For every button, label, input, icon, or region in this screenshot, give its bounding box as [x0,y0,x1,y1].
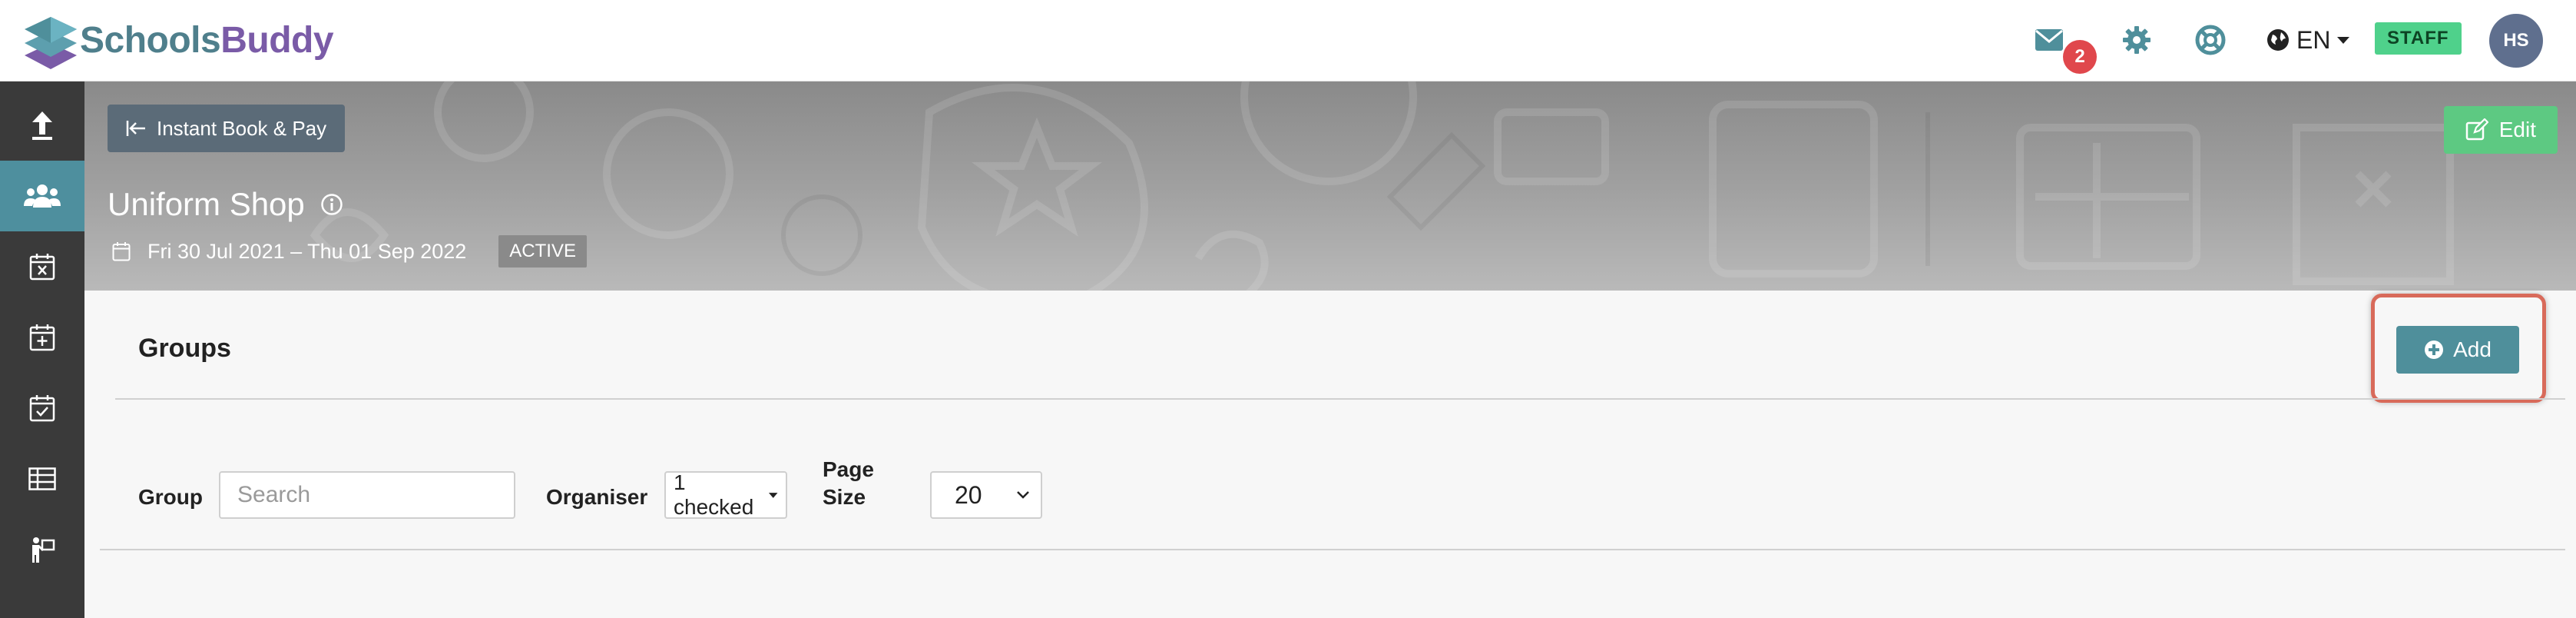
section-title: Groups [138,334,231,363]
upload-arrow-icon [32,111,52,140]
page-title-text: Uniform Shop [108,186,305,222]
page-size-label-line2: Size [823,485,866,509]
group-search-input[interactable] [219,471,515,519]
organiser-select[interactable]: 1 checked [664,470,787,519]
organiser-select-value: 1 checked [674,470,754,519]
sidebar-item-cancel-events[interactable] [0,231,84,302]
edit-button-label: Edit [2498,118,2536,141]
calendar-plus-icon [29,324,55,351]
user-avatar[interactable]: HS [2489,14,2543,68]
settings-button[interactable] [2118,22,2155,58]
envelope-icon [2035,29,2063,51]
chevron-down-icon [1017,491,1029,499]
logo-text-buddy: Buddy [220,19,334,61]
staff-role-badge: STAFF [2375,22,2462,55]
logo-text-schools: Schools [80,19,221,61]
messages-count-badge: 2 [2063,40,2097,74]
logo-layers-icon [25,17,77,69]
plus-circle-icon [2425,341,2444,359]
back-to-instant-book-button[interactable]: Instant Book & Pay [108,105,346,152]
lifebuoy-icon [2195,25,2226,55]
gear-icon [2123,26,2151,54]
back-button-label: Instant Book & Pay [157,116,327,140]
page-title: Uniform Shop [108,186,343,223]
globe-icon [2267,29,2289,51]
info-icon[interactable] [320,193,343,216]
edit-icon [2465,118,2488,141]
group-filter-label: Group [138,485,203,509]
activity-meta: Fri 30 Jul 2021 – Thu 01 Sep 2022 ACTIVE [112,235,587,267]
edit-button[interactable]: Edit [2443,106,2558,154]
caret-down-icon [768,493,778,498]
table-icon [28,467,56,490]
schoolsbuddy-logo[interactable]: SchoolsBuddy [23,9,334,71]
filter-divider [100,549,2565,550]
add-button-label: Add [2453,337,2492,361]
sidebar-item-groups[interactable] [0,161,84,231]
calendar-x-icon [29,254,55,281]
caret-down-icon [2337,37,2350,44]
sidebar-item-add-events[interactable] [0,302,84,373]
page-size-select-value: 20 [955,480,982,509]
logo-text: SchoolsBuddy [80,19,334,61]
users-icon [24,184,61,208]
arrow-left-to-line-icon [126,121,145,136]
calendar-check-icon [29,395,55,422]
person-board-icon [32,537,55,563]
activity-header-banner: Instant Book & Pay Edit Uniform Shop Fri… [84,81,2576,291]
calendar-icon [112,242,131,261]
left-sidebar [0,81,84,618]
add-group-button[interactable]: Add [2396,326,2519,374]
sidebar-item-confirmed-events[interactable] [0,373,84,444]
status-badge: ACTIVE [498,235,587,267]
help-button[interactable] [2192,22,2229,58]
top-navbar: SchoolsBuddy 2 EN STAFF HS [0,0,2576,81]
language-label: EN [2296,25,2331,54]
sidebar-item-upload[interactable] [0,90,84,161]
sidebar-item-table[interactable] [0,444,84,514]
date-range: Fri 30 Jul 2021 – Thu 01 Sep 2022 [147,239,467,263]
messages-button[interactable] [2031,22,2068,58]
sidebar-item-presenter[interactable] [0,514,84,585]
page-size-select[interactable]: 20 [930,471,1042,519]
groups-panel: Groups Add Group Organiser 1 checked Pag… [84,291,2576,618]
language-selector[interactable]: EN [2266,22,2350,58]
page-size-label: Page Size [823,456,874,511]
section-divider [115,398,2565,400]
organiser-filter-label: Organiser [546,485,648,509]
page-size-label-line1: Page [823,457,874,481]
